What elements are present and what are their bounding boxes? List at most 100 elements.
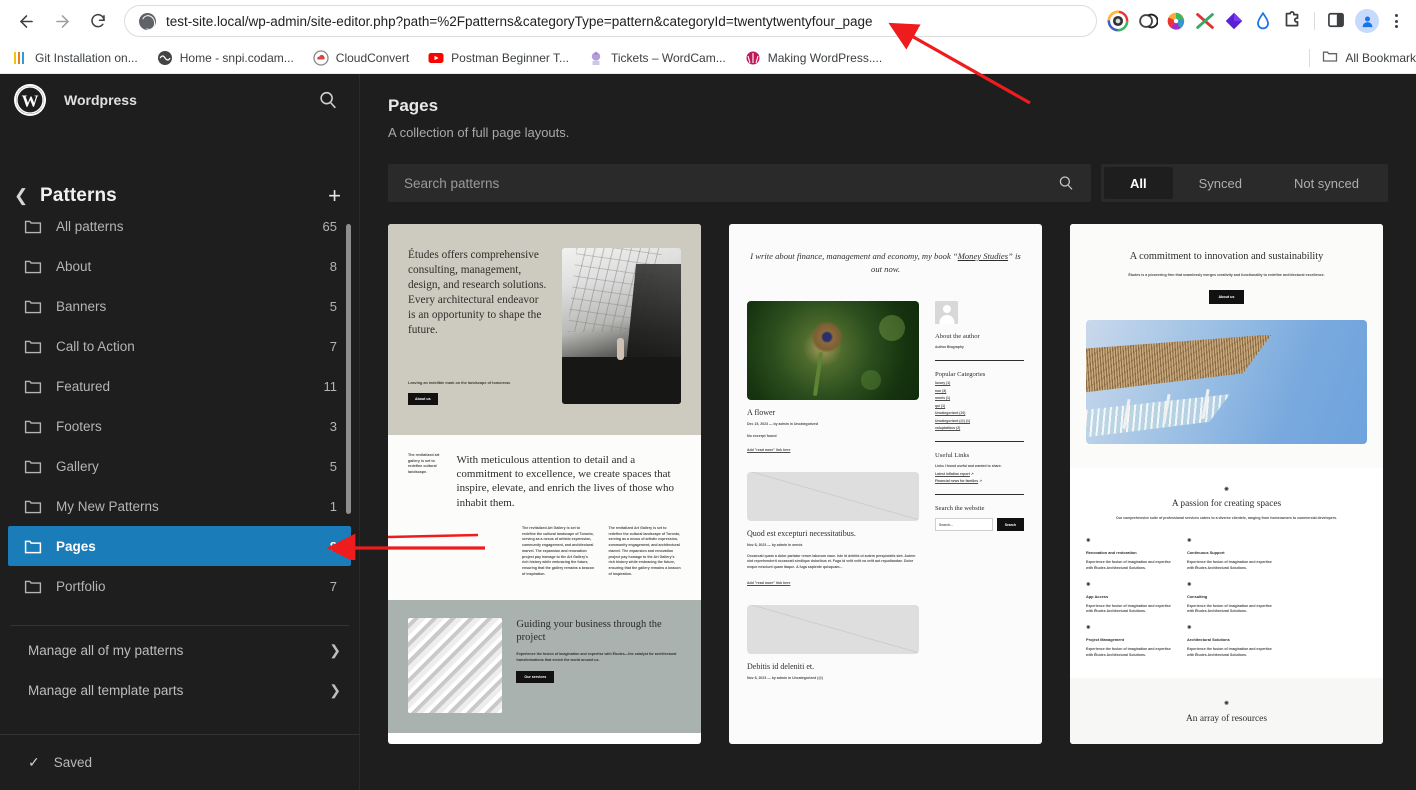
card2-search-button[interactable]: Search [996,518,1024,532]
card1-services-button[interactable]: Our services [516,671,555,684]
card2-search-field[interactable]: Search... [935,518,993,532]
bookmark-item[interactable]: Postman Beginner T... [428,50,569,66]
card2-category-item[interactable]: omnis (1) [935,396,1024,400]
folder-icon [24,417,42,435]
sidebar-item-call-to-action[interactable]: Call to Action 7 [8,326,351,366]
manage-all-template-parts[interactable]: Manage all template parts ❯ [0,670,359,710]
card3-services-sub: Our comprehensive suite of professional … [1116,515,1337,520]
card2-categories-widget-title: Popular Categories [935,370,986,378]
sidebar-item-partial[interactable] [8,606,351,619]
manage-all-my-patterns[interactable]: Manage all of my patterns ❯ [0,630,359,670]
sidebar-item-featured[interactable]: Featured 11 [8,366,351,406]
card2-author-widget-title: About the author [935,332,980,340]
profile-avatar-icon[interactable] [1355,9,1379,33]
card2-category-item[interactable]: non (3) [935,389,1024,393]
manage-label: Manage all template parts [28,682,184,698]
sidebar-manage-section: Manage all of my patterns ❯ Manage all t… [0,626,359,710]
search-icon[interactable] [1057,174,1075,192]
extension-icons [1107,9,1406,33]
sidebar-item-all-patterns[interactable]: All patterns 65 [8,218,351,246]
tab-all[interactable]: All [1103,167,1173,199]
sidebar-item-my-new-patterns[interactable]: My New Patterns 1 [8,486,351,526]
pattern-category-list[interactable]: All patterns 65 About 8 Banners 5 Call t… [0,218,359,619]
three-dot-menu-icon[interactable] [1386,14,1406,28]
globe-icon [157,50,173,66]
toolbar-divider [1314,12,1315,30]
card3-service-item: ✺ Architectural Solutions Experience the… [1187,625,1276,658]
all-bookmarks-button[interactable]: All Bookmark [1305,48,1416,67]
card1-column-text: The revitalized Art Gallery is set to re… [522,525,595,576]
card1-gray-image [408,617,503,713]
search-icon[interactable] [317,89,339,111]
card2-post3-image [747,604,919,654]
card3-about-button[interactable]: About us [1208,289,1245,304]
sidebar-item-portfolio[interactable]: Portfolio 7 [8,566,351,606]
card2-category-item[interactable]: luxury (1) [935,381,1024,385]
card3-subheading: Études is a pioneering firm that seamles… [1128,272,1325,277]
sidebar-item-about[interactable]: About 8 [8,246,351,286]
colorzilla-icon[interactable] [1107,10,1129,32]
address-bar[interactable]: test-site.local/wp-admin/site-editor.php… [124,5,1097,37]
card2-category-item[interactable]: Uncategorized (10) [935,411,1024,415]
sidebar-item-label: Call to Action [56,338,135,354]
card2-post1-link[interactable]: Add "read more" link here [747,448,919,452]
sidebar-scrollbar[interactable] [346,224,351,514]
tab-synced[interactable]: Synced [1173,167,1268,199]
manage-label: Manage all of my patterns [28,642,184,658]
sidebar-item-footers[interactable]: Footers 3 [8,406,351,446]
waterdrop-icon[interactable] [1252,10,1274,32]
site-info-icon[interactable] [139,12,156,30]
xmind-icon[interactable] [1194,10,1216,32]
card1-about-button[interactable]: About us [408,392,438,405]
gem-icon[interactable] [1223,10,1245,32]
colorpicker-icon[interactable] [1165,10,1187,32]
card2-category-item[interactable]: qui (1) [935,404,1024,408]
bookmark-item[interactable]: Git Installation on... [12,50,138,66]
patterns-heading: Patterns [40,185,117,206]
puzzle-extensions-icon[interactable] [1281,10,1303,32]
side-panel-icon[interactable] [1326,10,1348,32]
avatar [935,300,958,324]
loom-icon[interactable] [1136,10,1159,32]
folder-icon [24,577,42,595]
card2-category-item[interactable]: voluptatibus (2) [935,426,1024,430]
bookmark-item[interactable]: Home - snpi.codam... [157,50,294,66]
save-status-bar[interactable]: ✓ Saved [0,734,359,790]
card2-useful-link[interactable]: Latest inflation report ↗ [935,472,1024,476]
card2-category-item[interactable]: Uncategorized (@) (1) [935,419,1024,423]
card2-post1-excerpt: No excerpt found [747,433,777,438]
folder-icon [24,377,42,395]
asterisk-icon: ✺ [1223,486,1230,493]
card2-useful-link[interactable]: Financial news for families ↗ [935,479,1024,483]
card2-post3-title: Debitis id deleniti et. [747,661,815,671]
reload-icon[interactable] [82,5,114,37]
tab-not-synced[interactable]: Not synced [1268,167,1385,199]
card2-post1-title: A flower [747,407,776,417]
wordpress-logo-icon[interactable]: W [14,84,46,116]
sidebar-item-banners[interactable]: Banners 5 [8,286,351,326]
card3-hero: A commitment to innovation and sustainab… [1070,224,1383,468]
sidebar-item-pages[interactable]: Pages 8 [8,526,351,566]
chevron-left-icon[interactable]: ❮ [14,186,40,206]
card2-post2-link[interactable]: Add "read more" link here [747,581,919,585]
forward-arrow-icon[interactable] [46,5,78,37]
bookmark-label: Home - snpi.codam... [179,50,294,65]
card2-heading-link[interactable]: Money Studies [958,251,1008,261]
card1-gray-section: Guiding your business through the projec… [388,599,701,733]
sidebar-item-gallery[interactable]: Gallery 5 [8,446,351,486]
card3-service-title: Architectural Solutions [1187,636,1230,642]
search-input[interactable]: Search patterns [388,164,1091,202]
card2-post-list: A flower Dec 15, 2023 — by admin in Unca… [747,300,919,680]
bookmark-item[interactable]: CloudConvert [313,49,409,66]
plus-icon[interactable]: + [328,185,341,207]
card2-author-bio: Author Biography [935,344,964,349]
bookmark-item[interactable]: Tickets – WordCam... [588,50,726,66]
sync-filter-tabs: All Synced Not synced [1100,164,1388,202]
bookmark-item[interactable]: Making WordPress.... [745,50,882,66]
back-arrow-icon[interactable] [10,5,42,37]
youtube-icon [428,50,444,66]
cloudconvert-icon [313,49,329,66]
pattern-card[interactable]: A commitment to innovation and sustainab… [1070,224,1383,744]
pattern-card[interactable]: I write about finance, management and ec… [729,224,1042,744]
pattern-card[interactable]: Études offers comprehensive consulting, … [388,224,701,744]
